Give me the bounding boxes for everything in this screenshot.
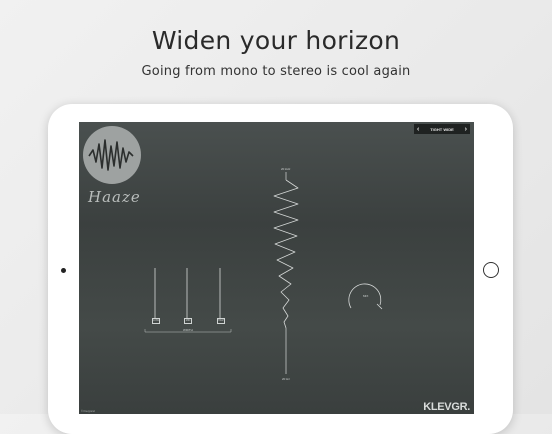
- promo-headline: Widen your horizon: [151, 26, 401, 55]
- slider-low-label: LOW: [152, 318, 160, 324]
- app-screen: Haaze ‹ TIGHT WIDE › LOW MID HIGH WIDTH …: [79, 122, 474, 414]
- copyright-text: © Klevgrand: [81, 410, 95, 413]
- brand-logo: KLEVGR.: [423, 401, 470, 413]
- ipad-camera: [61, 268, 66, 273]
- knob-label: MIX: [363, 294, 369, 298]
- ipad-home-button: [483, 262, 499, 278]
- spring-top-label: 20 kHz: [281, 167, 291, 171]
- stereo-width-spring[interactable]: [273, 179, 299, 329]
- spring-bottom-label: 20 Hz: [282, 377, 290, 381]
- promo-subline: Going from mono to stereo is cool again: [141, 64, 411, 79]
- slider-mid-label: MID: [184, 318, 192, 324]
- controls-graphics: [144, 172, 383, 374]
- slider-high-label: HIGH: [217, 318, 225, 324]
- slider-group-label: WIDTH: [183, 328, 193, 332]
